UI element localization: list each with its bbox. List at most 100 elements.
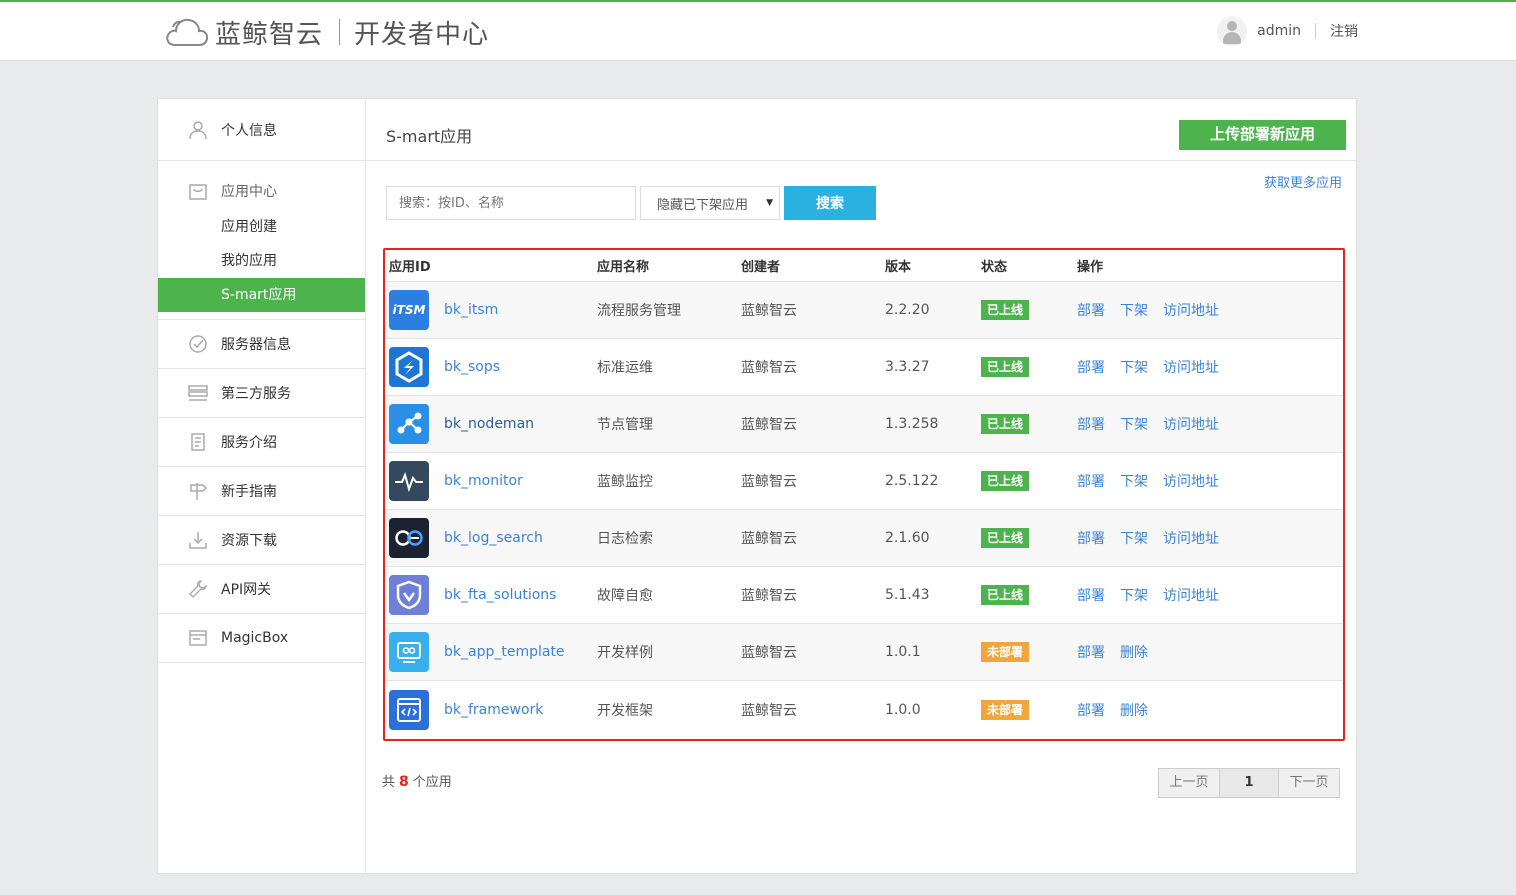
monitor-icon[interactable] xyxy=(389,461,429,501)
sidebar-item-profile[interactable]: 个人信息 xyxy=(158,99,365,161)
prev-page-button[interactable]: 上一页 xyxy=(1158,768,1220,798)
deploy-link[interactable]: 部署 xyxy=(1077,642,1105,662)
sidebar-item-magicbox[interactable]: MagicBox xyxy=(158,614,365,663)
deploy-link[interactable]: 部署 xyxy=(1077,414,1105,434)
app-version: 2.5.122 xyxy=(885,473,939,489)
visit-link[interactable]: 访问地址 xyxy=(1163,300,1219,320)
username[interactable]: admin xyxy=(1257,23,1301,39)
upload-deploy-button[interactable]: 上传部署新应用 xyxy=(1179,120,1346,150)
table-row: bk_framework 开发框架 蓝鲸智云 1.0.0 未部署 部署 删除 xyxy=(385,681,1343,738)
sidebar-item-service-intro[interactable]: 服务介绍 xyxy=(158,418,365,467)
sidebar-item-label: MagicBox xyxy=(221,630,289,646)
deploy-link[interactable]: 部署 xyxy=(1077,700,1105,720)
user-divider xyxy=(1315,23,1316,39)
sidebar-item-api-gateway[interactable]: API网关 xyxy=(158,565,365,614)
user-avatar-icon[interactable] xyxy=(1217,16,1248,46)
app-id-link[interactable]: bk_framework xyxy=(444,702,543,718)
deploy-link[interactable]: 部署 xyxy=(1077,585,1105,605)
log-search-icon[interactable] xyxy=(389,518,429,558)
visit-link[interactable]: 访问地址 xyxy=(1163,414,1219,434)
app-id-cell: bk_monitor xyxy=(385,461,597,501)
logo[interactable]: 蓝鲸智云 开发者中心 xyxy=(165,14,489,50)
col-header-status: 状态 xyxy=(981,260,1008,275)
app-id-link[interactable]: bk_log_search xyxy=(444,530,543,546)
sidebar-item-label: 第三方服务 xyxy=(221,386,291,402)
delete-link[interactable]: 删除 xyxy=(1120,642,1148,662)
next-page-button[interactable]: 下一页 xyxy=(1278,768,1340,798)
app-version: 2.1.60 xyxy=(885,530,930,546)
itsm-icon[interactable]: iTSM xyxy=(389,290,429,330)
sidebar-item-app-create[interactable]: 应用创建 xyxy=(158,210,365,244)
app-id-link[interactable]: bk_app_template xyxy=(444,644,565,660)
offline-link[interactable]: 下架 xyxy=(1120,528,1148,548)
deploy-link[interactable]: 部署 xyxy=(1077,471,1105,491)
content-panel: 个人信息 应用中心 应用创建 我的应用 S-mart应用 服务器信息 第三方服务 xyxy=(157,98,1357,874)
signpost-icon xyxy=(188,481,208,501)
app-name: 日志检索 xyxy=(597,531,653,547)
cloud-logo-icon xyxy=(166,18,209,46)
filter-select[interactable]: 隐藏已下架应用 ▼ xyxy=(640,186,780,220)
visit-link[interactable]: 访问地址 xyxy=(1163,471,1219,491)
framework-icon[interactable] xyxy=(389,689,429,730)
app-creator: 蓝鲸智云 xyxy=(741,645,797,661)
fta-icon[interactable] xyxy=(389,575,429,615)
offline-link[interactable]: 下架 xyxy=(1120,471,1148,491)
deploy-link[interactable]: 部署 xyxy=(1077,528,1105,548)
app-id-link[interactable]: bk_nodeman xyxy=(444,416,534,432)
sidebar-item-newbie-guide[interactable]: 新手指南 xyxy=(158,467,365,516)
offline-link[interactable]: 下架 xyxy=(1120,300,1148,320)
table-row: bk_monitor 蓝鲸监控 蓝鲸智云 2.5.122 已上线 部署 下架 访… xyxy=(385,453,1343,510)
app-id-link[interactable]: bk_sops xyxy=(444,359,500,375)
pagination: 上一页 1 下一页 xyxy=(1158,768,1340,798)
current-page[interactable]: 1 xyxy=(1220,768,1278,798)
main-content: S-mart应用 上传部署新应用 获取更多应用 隐藏已下架应用 ▼ 搜索 应用I… xyxy=(366,99,1356,873)
brand-name: 蓝鲸智云 xyxy=(215,19,324,50)
search-button[interactable]: 搜索 xyxy=(784,186,876,220)
ops-cell: 部署 下架 访问地址 xyxy=(1077,471,1343,491)
col-header-name: 应用名称 xyxy=(597,260,650,275)
visit-link[interactable]: 访问地址 xyxy=(1163,357,1219,377)
app-id-link[interactable]: bk_fta_solutions xyxy=(444,587,556,603)
check-circle-icon xyxy=(188,334,208,354)
offline-link[interactable]: 下架 xyxy=(1120,357,1148,377)
delete-link[interactable]: 删除 xyxy=(1120,700,1148,720)
app-creator: 蓝鲸智云 xyxy=(741,588,797,604)
itsm-icon-text: iTSM xyxy=(392,303,426,317)
download-icon xyxy=(188,530,208,550)
app-template-icon[interactable] xyxy=(389,632,429,672)
offline-link[interactable]: 下架 xyxy=(1120,585,1148,605)
app-id-link[interactable]: bk_monitor xyxy=(444,473,523,489)
sidebar-item-my-apps[interactable]: 我的应用 xyxy=(158,244,365,278)
user-area: admin 注销 xyxy=(1217,16,1358,46)
sidebar-item-smart-apps[interactable]: S-mart应用 xyxy=(158,278,365,312)
deploy-link[interactable]: 部署 xyxy=(1077,300,1105,320)
table-body: iTSM bk_itsm 流程服务管理 蓝鲸智云 2.2.20 已上线 部署 下… xyxy=(385,282,1343,738)
offline-link[interactable]: 下架 xyxy=(1120,414,1148,434)
server-list-icon xyxy=(188,383,208,403)
sidebar-item-app-center[interactable]: 应用中心 xyxy=(158,172,365,210)
get-more-apps-link[interactable]: 获取更多应用 xyxy=(1264,172,1342,191)
app-id-cell: bk_log_search xyxy=(385,518,597,558)
ops-cell: 部署 下架 访问地址 xyxy=(1077,528,1343,548)
sops-icon[interactable] xyxy=(389,347,429,387)
app-name: 标准运维 xyxy=(597,360,653,376)
site-subtitle: 开发者中心 xyxy=(354,19,490,50)
sidebar-item-server-info[interactable]: 服务器信息 xyxy=(158,320,365,369)
col-header-version: 版本 xyxy=(885,260,912,275)
table-row: bk_sops 标准运维 蓝鲸智云 3.3.27 已上线 部署 下架 访问地址 xyxy=(385,339,1343,396)
nodeman-icon[interactable] xyxy=(389,404,429,444)
visit-link[interactable]: 访问地址 xyxy=(1163,585,1219,605)
page-title: S-mart应用 xyxy=(386,127,473,146)
sidebar-item-label: 服务器信息 xyxy=(221,337,291,353)
status-badge: 未部署 xyxy=(981,642,1030,662)
status-badge: 已上线 xyxy=(981,414,1030,434)
logout-link[interactable]: 注销 xyxy=(1330,21,1358,41)
window-icon xyxy=(188,628,208,648)
deploy-link[interactable]: 部署 xyxy=(1077,357,1105,377)
col-header-creator: 创建者 xyxy=(741,260,781,275)
visit-link[interactable]: 访问地址 xyxy=(1163,528,1219,548)
search-input[interactable] xyxy=(386,186,636,220)
sidebar-item-third-party[interactable]: 第三方服务 xyxy=(158,369,365,418)
app-id-link[interactable]: bk_itsm xyxy=(444,302,498,318)
sidebar-item-downloads[interactable]: 资源下载 xyxy=(158,516,365,565)
